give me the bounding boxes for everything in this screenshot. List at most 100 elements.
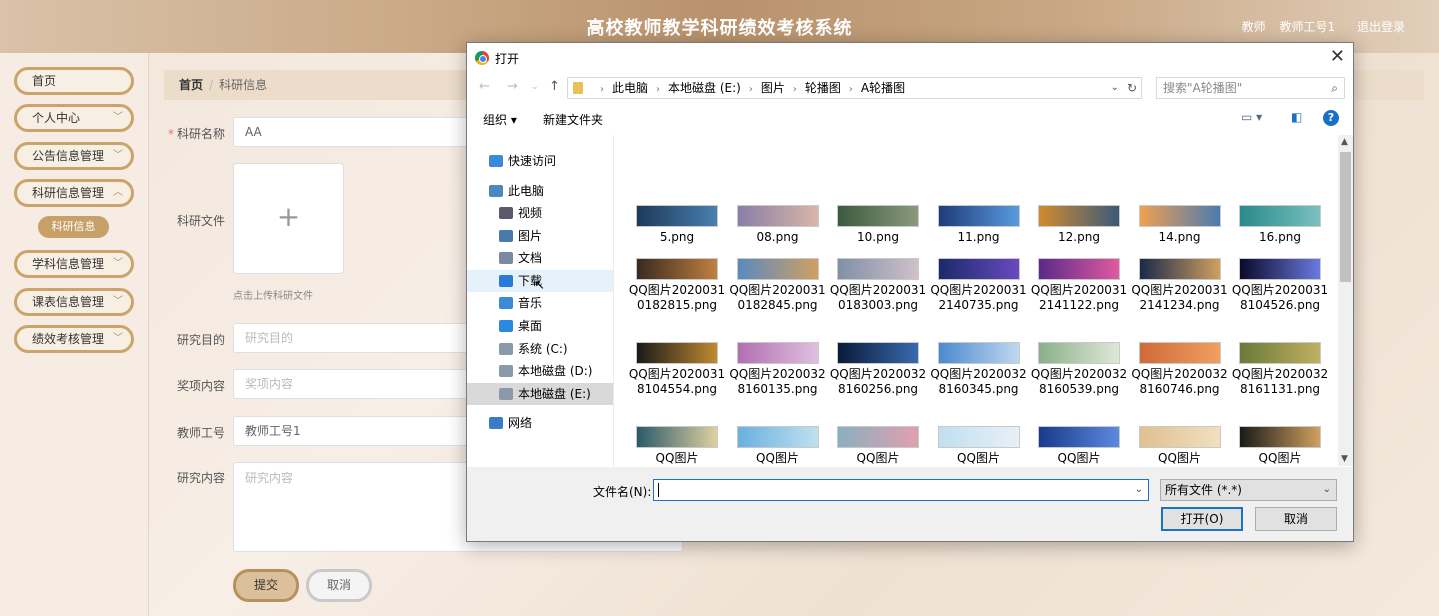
text-caret (658, 483, 659, 497)
organize-button[interactable]: 组织 ▾ (483, 111, 517, 128)
file-type-select[interactable]: 所有文件 (*.*) ⌄ (1160, 479, 1337, 501)
sidebar-item-personal-center[interactable]: 个人中心 ﹀ (14, 104, 134, 132)
upload-button[interactable]: + (233, 163, 344, 274)
cancel-button[interactable]: 取消 (306, 569, 372, 602)
file-item[interactable]: QQ图片 (929, 426, 1029, 466)
forward-arrow-icon[interactable]: → (507, 79, 518, 94)
file-name: QQ图片20200318104526.png (1231, 283, 1329, 312)
file-item[interactable]: QQ图片20200328160135.png (728, 342, 828, 397)
breadcrumb-home[interactable]: 首页 (179, 78, 203, 92)
recent-dropdown-icon[interactable]: ⌄ (531, 82, 539, 92)
sidebar-item-subject[interactable]: 学科信息管理 ﹀ (14, 250, 134, 278)
nav-tree-item[interactable]: 本地磁盘 (D:) (467, 360, 613, 382)
chevron-down-icon: ﹀ (113, 112, 123, 123)
file-item[interactable]: 16.png (1230, 205, 1330, 245)
chevron-down-icon[interactable]: ⌄ (1135, 480, 1143, 500)
refresh-icon[interactable]: ↻ (1127, 78, 1137, 98)
sidebar-item-schedule[interactable]: 课表信息管理 ﹀ (14, 288, 134, 316)
navigation-pane: 快速访问 此电脑 视频 图片 文档 下载 音乐 桌面 系统 (C:) 本地磁盘 (D:) 本地磁盘 … (467, 135, 614, 466)
image-thumbnail (937, 342, 1020, 364)
file-name: QQ图片20200328161131.png (1231, 367, 1329, 396)
file-name: QQ图片 (756, 451, 799, 465)
file-name: 14.png (1158, 230, 1201, 244)
file-item[interactable]: QQ图片20200328161131.png (1230, 342, 1330, 397)
submit-button[interactable]: 提交 (233, 569, 299, 602)
dialog-cancel-button[interactable]: 取消 (1255, 507, 1337, 531)
view-options-icon[interactable]: ▭ ▾ (1241, 110, 1262, 124)
research-name-input[interactable]: AA (233, 117, 493, 147)
file-item[interactable]: QQ图片20200318104554.png (627, 342, 727, 397)
file-item[interactable]: QQ图片 (1130, 426, 1230, 466)
file-item[interactable]: QQ图片 (728, 426, 828, 466)
path-segment[interactable]: 此电脑 (612, 81, 648, 95)
file-item[interactable]: QQ图片20200328160746.png (1130, 342, 1230, 397)
nav-tree-item[interactable]: 网络 (467, 412, 613, 434)
nav-tree-item[interactable]: 音乐 (467, 292, 613, 314)
file-name: 08.png (756, 230, 799, 244)
nav-tree-item[interactable]: 视频 (467, 202, 613, 224)
preview-pane-icon[interactable]: ◧ (1291, 110, 1302, 124)
path-segment[interactable]: A轮播图 (861, 81, 905, 95)
file-item[interactable]: QQ图片 (627, 426, 727, 466)
up-arrow-icon[interactable]: ↑ (549, 79, 560, 94)
filename-input[interactable]: ⌄ (653, 479, 1149, 501)
file-item[interactable]: QQ图片20200328160539.png (1029, 342, 1129, 397)
open-button[interactable]: 打开(O) (1161, 507, 1243, 531)
file-name: 5.png (659, 230, 695, 244)
sidebar-item-home[interactable]: 首页 (14, 67, 134, 95)
chevron-down-icon[interactable]: ⌄ (1111, 78, 1119, 98)
nav-tree-item[interactable]: 此电脑 (467, 180, 613, 202)
nav-tree-item[interactable]: 桌面 (467, 315, 613, 337)
nav-tree-item[interactable]: 系统 (C:) (467, 338, 613, 360)
breadcrumb-separator: / (209, 78, 214, 92)
award-input[interactable]: 奖项内容 (233, 369, 493, 399)
file-item[interactable]: 5.png (627, 205, 727, 245)
file-item[interactable]: QQ图片 (1029, 426, 1129, 466)
file-name: QQ图片20200328160135.png (729, 367, 826, 396)
back-arrow-icon[interactable]: ← (479, 79, 490, 94)
nav-tree-item[interactable]: 本地磁盘 (E:) (467, 383, 613, 405)
logout-link[interactable]: 退出登录 (1357, 20, 1405, 34)
nav-tree-item[interactable]: 图片 (467, 225, 613, 247)
purpose-input[interactable]: 研究目的 (233, 323, 493, 353)
sidebar-item-research[interactable]: 科研信息管理 ︿ (14, 179, 134, 207)
file-item[interactable]: QQ图片20200312141234.png (1130, 258, 1230, 313)
address-bar[interactable]: › 此电脑 › 本地磁盘 (E:) › 图片 › 轮播图 › A轮播图 ⌄ ↻ (567, 77, 1142, 99)
file-item[interactable]: QQ图片20200310182815.png (627, 258, 727, 313)
file-item[interactable]: QQ图片 (828, 426, 928, 466)
file-item[interactable]: QQ图片20200310183003.png (828, 258, 928, 313)
file-item[interactable]: 08.png (728, 205, 828, 245)
file-item[interactable]: QQ图片20200328160345.png (929, 342, 1029, 397)
search-input[interactable]: 搜索"A轮播图" ⌕ (1156, 77, 1345, 99)
file-item[interactable]: QQ图片20200328160256.png (828, 342, 928, 397)
sidebar-item-performance[interactable]: 绩效考核管理 ﹀ (14, 325, 134, 353)
file-item[interactable]: QQ图片20200312140735.png (929, 258, 1029, 313)
close-icon[interactable]: ✕ (1330, 46, 1345, 67)
file-item[interactable]: 12.png (1029, 205, 1129, 245)
file-item[interactable]: QQ图片20200318104526.png (1230, 258, 1330, 313)
path-segment[interactable]: 本地磁盘 (E:) (668, 81, 741, 95)
help-icon[interactable]: ? (1323, 110, 1339, 126)
dialog-title: 打开 (495, 52, 520, 66)
file-name: QQ图片20200310182845.png (729, 283, 826, 312)
file-item[interactable]: QQ图片20200310182845.png (728, 258, 828, 313)
path-segment[interactable]: 图片 (761, 81, 785, 95)
file-item[interactable]: QQ图片 (1230, 426, 1330, 466)
image-thumbnail (1038, 258, 1120, 280)
scroll-thumb[interactable] (1340, 152, 1351, 282)
vertical-scrollbar[interactable]: ▲ ▼ (1338, 135, 1353, 466)
file-item[interactable]: 10.png (828, 205, 928, 245)
new-folder-button[interactable]: 新建文件夹 (543, 111, 603, 128)
scroll-down-icon[interactable]: ▼ (1341, 454, 1348, 464)
file-item[interactable]: QQ图片20200312141122.png (1029, 258, 1129, 313)
file-item[interactable]: 11.png (929, 205, 1029, 245)
file-item[interactable]: 14.png (1130, 205, 1230, 245)
file-name: QQ图片20200328160746.png (1131, 367, 1228, 396)
sidebar-item-announcement[interactable]: 公告信息管理 ﹀ (14, 142, 134, 170)
path-segment[interactable]: 轮播图 (805, 81, 841, 95)
teacher-id-input[interactable]: 教师工号1 (233, 416, 493, 446)
sidebar-subitem-research-info[interactable]: 科研信息 (38, 216, 109, 238)
nav-tree-item[interactable]: 文档 (467, 247, 613, 269)
nav-tree-item[interactable]: 快速访问 (467, 150, 613, 172)
scroll-up-icon[interactable]: ▲ (1341, 137, 1348, 147)
